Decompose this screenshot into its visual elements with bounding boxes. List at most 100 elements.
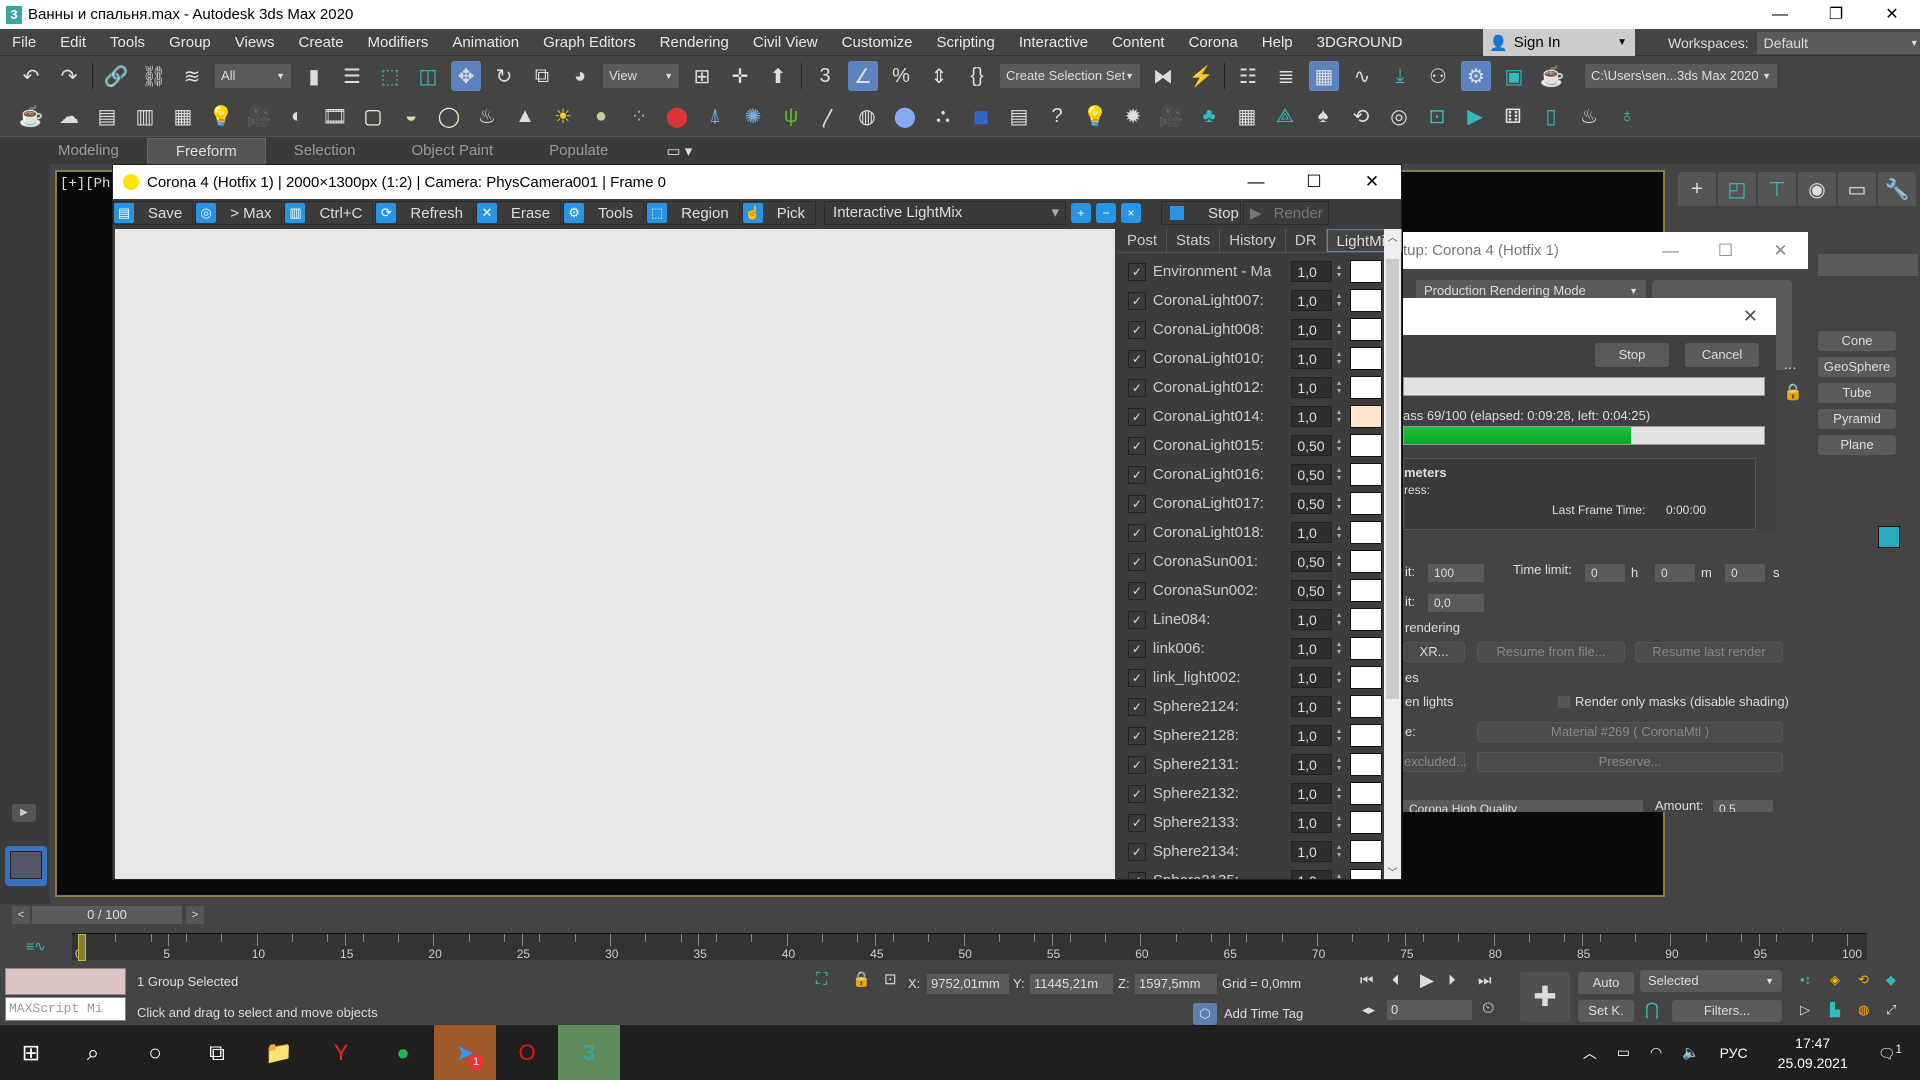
primitive-pyramid-button[interactable]: Pyramid — [1818, 409, 1896, 429]
vfb-save-button[interactable]: ▤ Save — [113, 201, 194, 225]
time-tag-icon[interactable]: ⬡ — [1193, 1003, 1217, 1025]
proxy-icon[interactable]: ◐ — [282, 101, 312, 131]
selection-filter-select[interactable]: All — [215, 64, 291, 88]
lightmix-intensity-spinner[interactable]: ▲▼ — [1334, 293, 1344, 309]
spotify-icon[interactable]: ● — [372, 1025, 434, 1080]
resume-exr-button[interactable]: XR... — [1403, 642, 1465, 662]
dolly-icon[interactable]: ▷ — [1800, 1002, 1810, 1018]
scroll-thumb[interactable] — [1386, 259, 1399, 699]
lightmix-intensity-input[interactable]: 1,0 — [1291, 754, 1333, 775]
lightmix-enable-checkbox[interactable]: ✓ — [1128, 581, 1146, 600]
lightmix-color-swatch[interactable] — [1350, 666, 1382, 689]
menu-item-group[interactable]: Group — [157, 34, 223, 51]
render-canvas[interactable] — [115, 229, 1115, 879]
lightmix-intensity-spinner[interactable]: ▲▼ — [1334, 757, 1344, 773]
set-key-button[interactable]: Set K. — [1578, 1000, 1634, 1022]
x-coordinate-input[interactable]: 9752,01mm — [927, 974, 1009, 994]
menu-item-civil-view[interactable]: Civil View — [741, 34, 830, 51]
lightmix-color-swatch[interactable] — [1350, 376, 1382, 399]
menu-item-rendering[interactable]: Rendering — [648, 34, 741, 51]
lightmix-intensity-spinner[interactable]: ▲▼ — [1334, 641, 1344, 657]
lightmix-enable-checkbox[interactable]: ✓ — [1128, 262, 1146, 281]
tree-edit-icon[interactable]: ♠ — [1308, 101, 1338, 131]
time-configuration-icon[interactable]: ⏲ — [1482, 1000, 1494, 1018]
lightmix-intensity-spinner[interactable]: ▲▼ — [1334, 438, 1344, 454]
lightmix-intensity-input[interactable]: 1,0 — [1291, 406, 1333, 427]
lightmix-intensity-spinner[interactable]: ▲▼ — [1334, 786, 1344, 802]
go-to-end-icon[interactable]: ⏭ — [1478, 972, 1492, 989]
forest-icon[interactable]: ♣ — [1194, 101, 1224, 131]
menu-item-views[interactable]: Views — [223, 34, 287, 51]
lightmix-color-swatch[interactable] — [1350, 405, 1382, 428]
tower-icon[interactable]: ⍋ — [700, 101, 730, 131]
opera-icon[interactable]: O — [496, 1025, 558, 1080]
render-region-icon[interactable]: ◎ — [1384, 101, 1414, 131]
scroll-up-icon[interactable]: ︿ — [1384, 229, 1401, 244]
lightmix-enable-checkbox[interactable]: ✓ — [1128, 291, 1146, 310]
maximize-viewport-icon[interactable]: ⤢ — [1886, 1002, 1896, 1018]
corona-cone-icon[interactable]: ▲ — [510, 101, 540, 131]
ref-coord-select[interactable]: View — [603, 64, 679, 88]
lightmix-color-swatch[interactable] — [1350, 434, 1382, 457]
ribbon-tab-modeling[interactable]: Modeling — [30, 138, 147, 163]
lightmix-color-swatch[interactable] — [1350, 289, 1382, 312]
help-icon[interactable]: ? — [1042, 101, 1072, 131]
menu-item-content[interactable]: Content — [1100, 34, 1177, 51]
maxscript-listener-output[interactable] — [5, 968, 126, 995]
vfb-minimize-button[interactable]: — — [1227, 165, 1285, 199]
camera-pan-icon[interactable]: ▙ — [1830, 1002, 1840, 1018]
viewport-label[interactable]: [+][Ph — [60, 176, 110, 192]
vfb-max-button[interactable]: ◎ > Max — [195, 201, 283, 225]
bind-space-warp-icon[interactable]: ≋ — [177, 61, 207, 91]
corona-camera-icon[interactable]: 🎥 — [1156, 101, 1186, 131]
grass-icon[interactable]: ψ — [776, 101, 806, 131]
lightmix-enable-checkbox[interactable]: ✓ — [1128, 755, 1146, 774]
vfb-stop-button[interactable]: Stop — [1161, 201, 1242, 225]
progress-stop-button[interactable]: Stop — [1595, 343, 1669, 367]
material-library-icon[interactable]: ⛬ — [928, 101, 958, 131]
hierarchy-tab-icon[interactable]: ⊤ — [1758, 172, 1796, 206]
vfb-render-button[interactable]: ▶ Render — [1243, 201, 1330, 225]
ribbon-options-icon[interactable]: ▭ ▾ — [666, 142, 692, 160]
lightmix-enable-checkbox[interactable]: ✓ — [1128, 523, 1146, 542]
wifi-icon[interactable]: ◠ — [1650, 1044, 1662, 1061]
lightmix-intensity-spinner[interactable]: ▲▼ — [1334, 699, 1344, 715]
workspaces-select[interactable]: Default — [1756, 31, 1920, 54]
key-mode-icon[interactable]: ◂▸ — [1362, 1002, 1375, 1018]
select-object-icon[interactable]: ▮ — [299, 61, 329, 91]
wireframe-color-swatch[interactable] — [1878, 526, 1900, 548]
render-production-icon[interactable]: ☕ — [1537, 61, 1567, 91]
lightmix-color-swatch[interactable] — [1350, 869, 1382, 879]
lightmix-enable-checkbox[interactable]: ✓ — [1128, 349, 1146, 368]
time-hours-input[interactable]: 0 — [1585, 564, 1625, 582]
vfb-tab-dr[interactable]: DR — [1286, 229, 1327, 252]
project-path-select[interactable]: C:\Users\sen...3ds Max 2020 — [1585, 64, 1777, 88]
corona-light-dome-icon[interactable]: ◒ — [396, 101, 426, 131]
scatter-icon[interactable]: ⁘ — [624, 101, 654, 131]
cloud-icon[interactable]: ☁ — [54, 101, 84, 131]
ribbon-tab-object-paint[interactable]: Object Paint — [383, 138, 521, 163]
lightmix-intensity-input[interactable]: 1,0 — [1291, 696, 1333, 717]
yandex-browser-icon[interactable]: Y — [310, 1025, 372, 1080]
menu-item-scripting[interactable]: Scripting — [924, 34, 1006, 51]
lightmix-intensity-spinner[interactable]: ▲▼ — [1334, 467, 1344, 483]
lock-icon[interactable]: 🔒 — [1783, 382, 1803, 402]
menu-item-create[interactable]: Create — [287, 34, 356, 51]
zoom-in-icon[interactable]: + — [1071, 203, 1092, 223]
task-view-icon[interactable]: ⧉ — [186, 1025, 248, 1080]
lightmix-intensity-input[interactable]: 1,0 — [1291, 638, 1333, 659]
display-tab-icon[interactable]: ▭ — [1838, 172, 1876, 206]
corona-light-sphere-icon[interactable]: ◯ — [434, 101, 464, 131]
play-frame-icon[interactable]: ▶ — [1460, 101, 1490, 131]
current-frame-marker[interactable] — [78, 934, 86, 961]
lightmix-color-swatch[interactable] — [1350, 318, 1382, 341]
create-selection-set-select[interactable]: Create Selection Set — [1000, 64, 1140, 88]
vfb-tab-stats[interactable]: Stats — [1167, 229, 1221, 252]
lightmix-scrollbar[interactable]: ︿ ﹀ — [1384, 229, 1401, 879]
z-coordinate-input[interactable]: 1597,5mm — [1135, 974, 1217, 994]
create-tab-icon[interactable]: + — [1678, 172, 1716, 206]
ribbon-tab-populate[interactable]: Populate — [521, 138, 636, 163]
menu-item-customize[interactable]: Customize — [830, 34, 925, 51]
telegram-icon[interactable]: ➤ 1 — [434, 1025, 496, 1080]
vfb-tools-button[interactable]: ⚙ Tools — [563, 201, 645, 225]
